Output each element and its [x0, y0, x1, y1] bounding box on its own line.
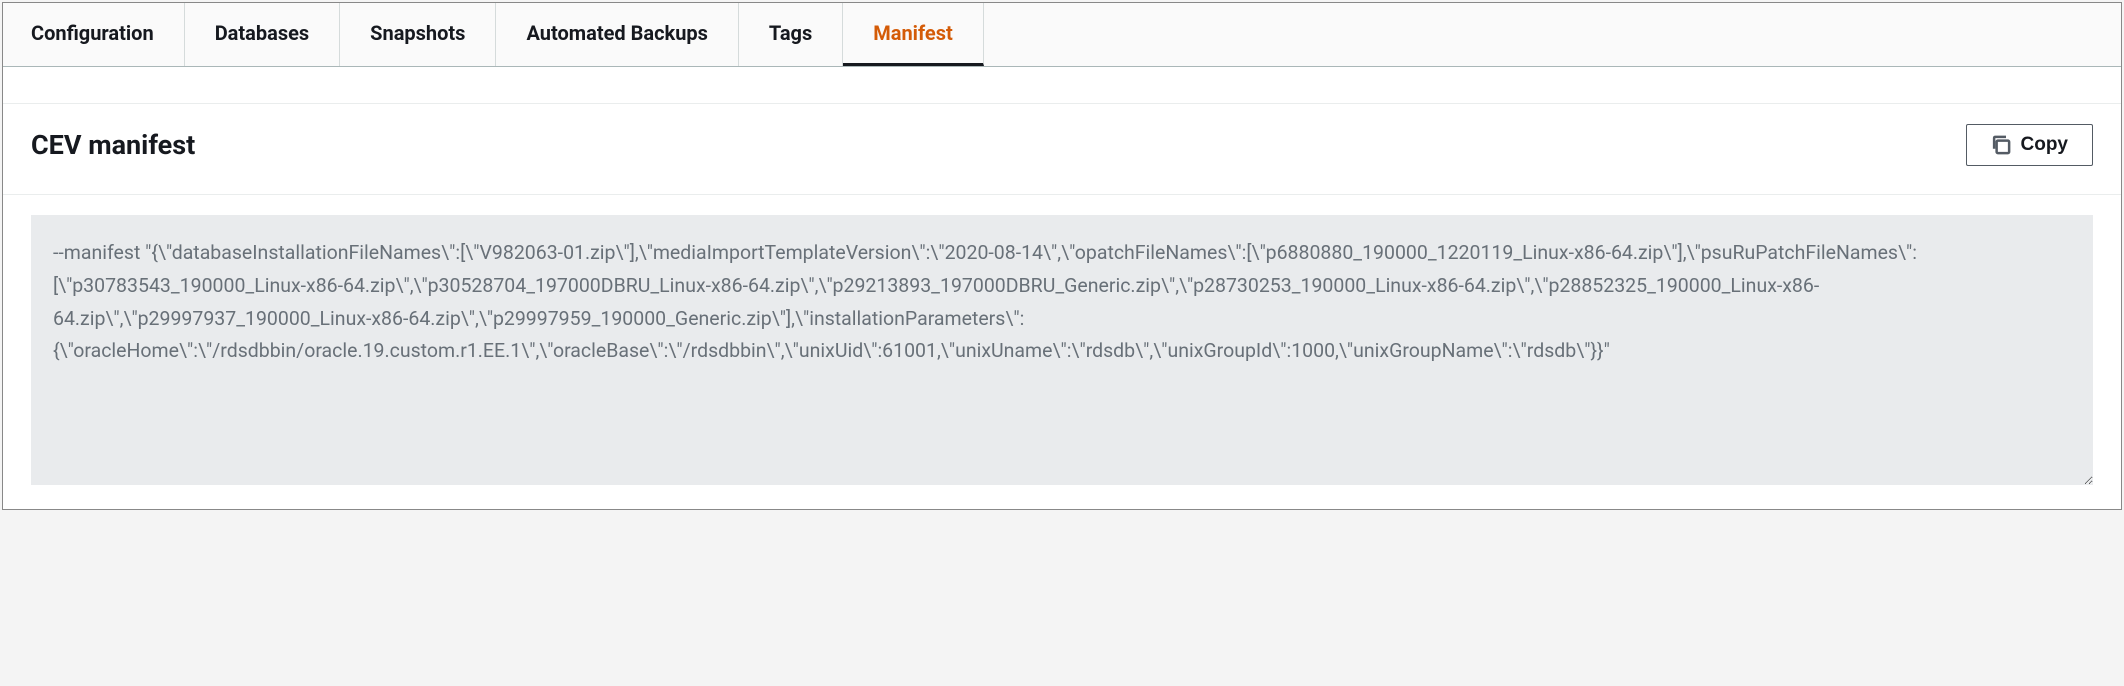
copy-button-label: Copy	[2021, 134, 2069, 156]
content-area: CEV manifest Copy --manifest "{\"databas…	[3, 103, 2121, 509]
manifest-textarea[interactable]: --manifest "{\"databaseInstallationFileN…	[31, 215, 2093, 485]
panel-title: CEV manifest	[31, 129, 195, 161]
tab-automated-backups[interactable]: Automated Backups	[496, 3, 738, 66]
copy-icon	[1991, 135, 2011, 155]
tab-snapshots[interactable]: Snapshots	[340, 3, 496, 66]
tab-manifest[interactable]: Manifest	[843, 3, 983, 66]
panel-header: CEV manifest Copy	[3, 104, 2121, 195]
tab-databases[interactable]: Databases	[185, 3, 340, 66]
tab-bar: Configuration Databases Snapshots Automa…	[3, 3, 2121, 67]
copy-button[interactable]: Copy	[1966, 124, 2094, 166]
panel-body: --manifest "{\"databaseInstallationFileN…	[3, 195, 2121, 509]
main-container: Configuration Databases Snapshots Automa…	[2, 2, 2122, 510]
manifest-panel: CEV manifest Copy --manifest "{\"databas…	[3, 103, 2121, 509]
tab-tags[interactable]: Tags	[739, 3, 843, 66]
tab-configuration[interactable]: Configuration	[3, 3, 185, 66]
